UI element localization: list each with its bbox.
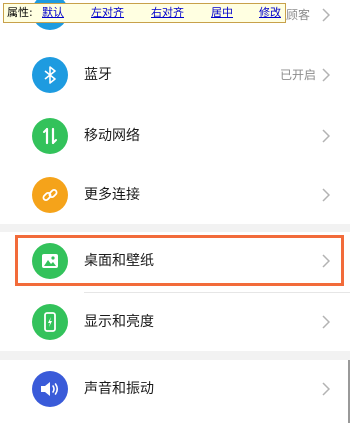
settings-row-mobile-network[interactable]: 移动网络 bbox=[0, 107, 350, 165]
mobile-network-label: 移动网络 bbox=[84, 128, 140, 144]
settings-row-more-connections[interactable]: 更多连接 bbox=[0, 166, 350, 224]
align-right-link[interactable]: 右对齐 bbox=[151, 4, 184, 22]
chevron-right-icon bbox=[322, 129, 330, 143]
mobile-network-icon bbox=[32, 118, 68, 154]
display-brightness-icon bbox=[32, 304, 68, 340]
settings-row-display-brightness[interactable]: 显示和亮度 bbox=[0, 293, 350, 351]
sound-vibration-label: 声音和振动 bbox=[84, 381, 154, 397]
chevron-right-icon bbox=[322, 8, 330, 22]
sound-icon bbox=[32, 371, 68, 407]
align-left-link[interactable]: 左对齐 bbox=[91, 4, 124, 22]
settings-screen: -顾客 属性: 默认 左对齐 右对齐 居中 修改 蓝牙 已开启 移动网络 更多连… bbox=[0, 0, 350, 423]
chevron-right-icon bbox=[322, 382, 330, 396]
bluetooth-icon bbox=[32, 57, 68, 93]
chevron-right-icon bbox=[322, 254, 330, 268]
align-center-link[interactable]: 居中 bbox=[211, 4, 233, 22]
properties-toolbar: 属性: 默认 左对齐 右对齐 居中 修改 bbox=[3, 3, 286, 23]
settings-row-bluetooth[interactable]: 蓝牙 已开启 bbox=[0, 46, 350, 104]
settings-row-desktop-wallpaper[interactable]: 桌面和壁纸 bbox=[0, 232, 350, 290]
toolbar-label: 属性: bbox=[7, 6, 33, 19]
chevron-right-icon bbox=[322, 188, 330, 202]
wallpaper-icon bbox=[32, 243, 68, 279]
edit-link[interactable]: 修改 bbox=[259, 4, 281, 22]
section-gap bbox=[0, 351, 350, 360]
display-brightness-label: 显示和亮度 bbox=[84, 314, 154, 330]
section-gap bbox=[0, 224, 350, 232]
bluetooth-label: 蓝牙 bbox=[84, 67, 112, 83]
chevron-right-icon bbox=[322, 315, 330, 329]
bluetooth-status: 已开启 bbox=[279, 68, 316, 82]
desktop-wallpaper-label: 桌面和壁纸 bbox=[84, 253, 154, 269]
settings-row-sound-vibration[interactable]: 声音和振动 bbox=[0, 360, 350, 418]
align-default-link[interactable]: 默认 bbox=[42, 4, 64, 22]
link-icon bbox=[32, 177, 68, 213]
more-connections-label: 更多连接 bbox=[84, 187, 140, 203]
chevron-right-icon bbox=[322, 68, 330, 82]
